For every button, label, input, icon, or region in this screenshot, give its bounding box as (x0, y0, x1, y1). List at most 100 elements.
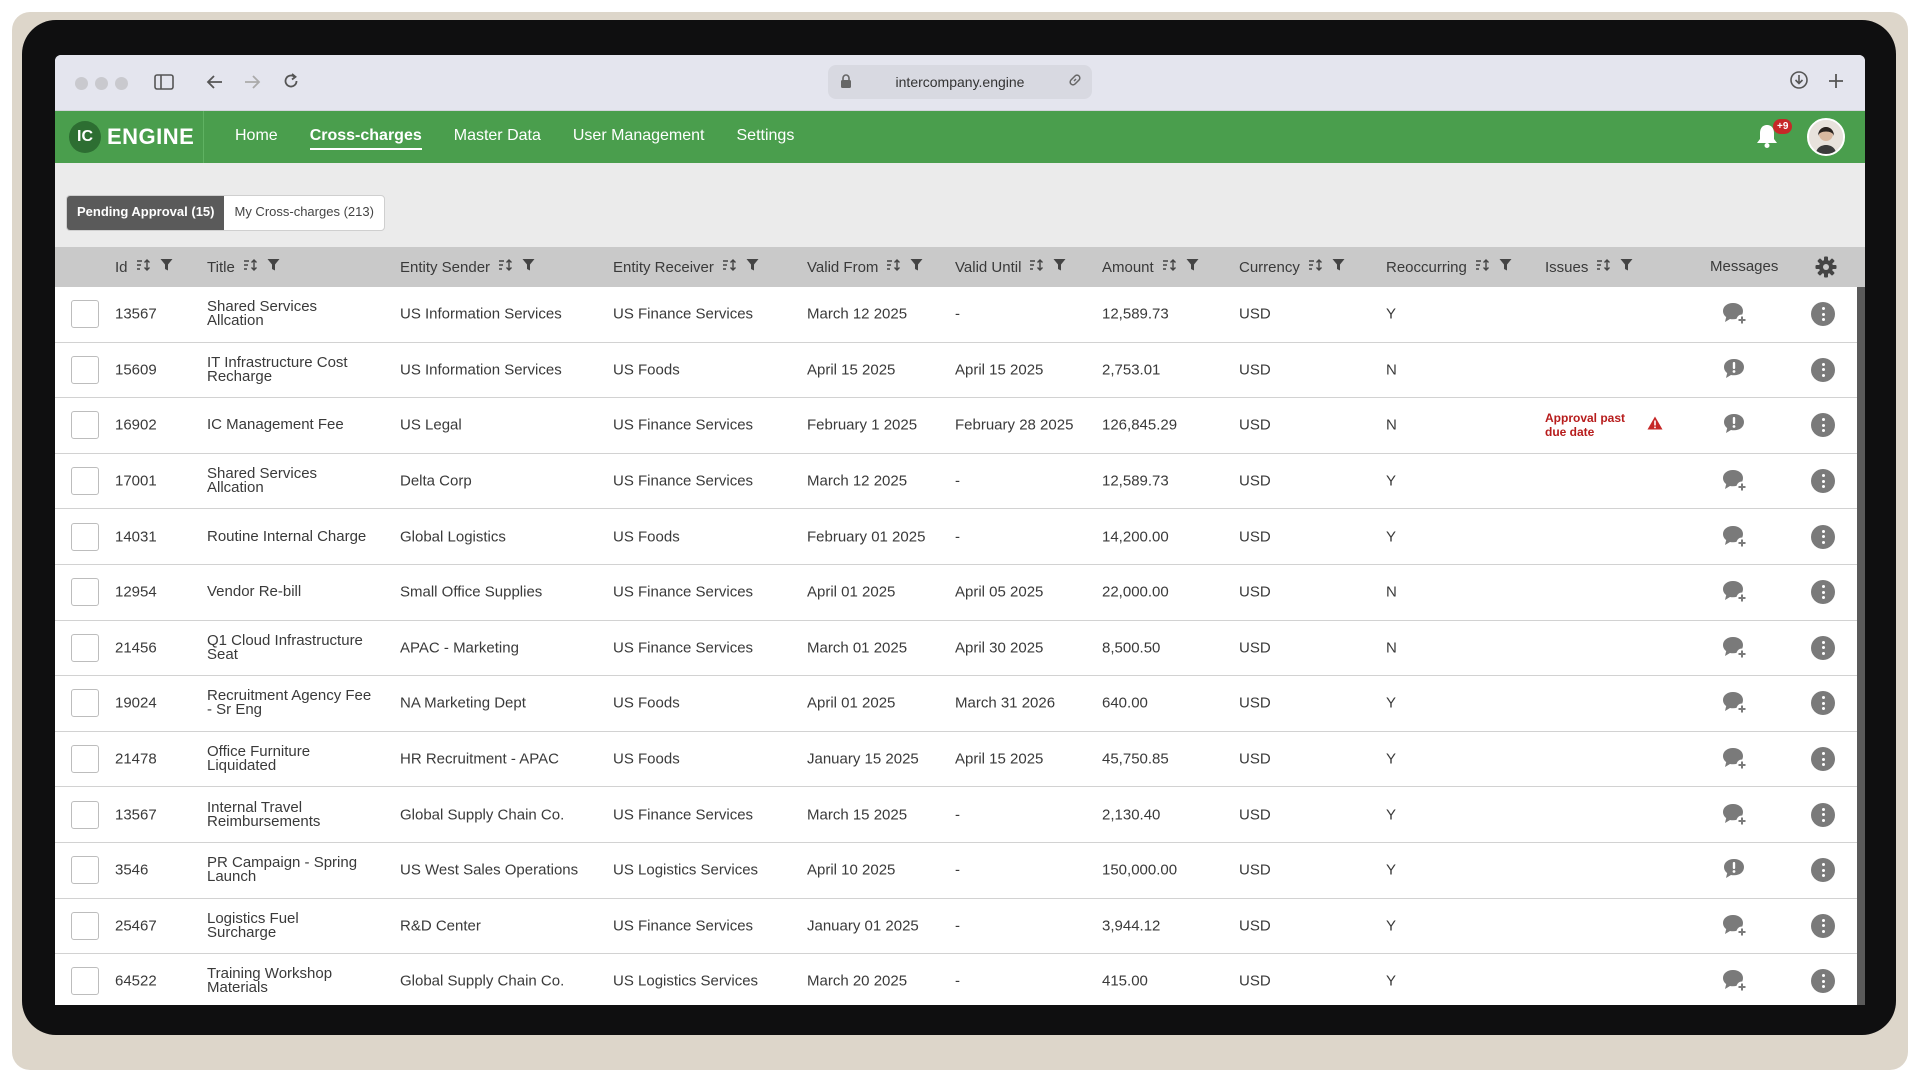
more-options-icon[interactable] (1811, 858, 1835, 883)
add-message-icon[interactable] (1721, 524, 1749, 550)
sort-icon[interactable] (722, 258, 738, 276)
table-row[interactable]: 15609 IT Infrastructure Cost Recharge US I… (55, 342, 1857, 399)
sort-icon[interactable] (1596, 258, 1612, 276)
sidebar-toggle-icon[interactable] (150, 69, 178, 97)
more-options-icon[interactable] (1811, 413, 1835, 438)
row-checkbox[interactable] (71, 300, 99, 329)
filter-icon[interactable] (1620, 258, 1633, 276)
sort-icon[interactable] (1162, 258, 1178, 276)
nav-user-management[interactable]: User Management (573, 127, 705, 150)
column-header-issues[interactable]: Issues (1545, 258, 1633, 276)
reload-icon[interactable] (277, 69, 305, 97)
nav-settings[interactable]: Settings (737, 127, 795, 150)
forward-arrow-icon[interactable] (238, 69, 266, 97)
row-checkbox[interactable] (71, 800, 99, 829)
nav-cross-charges[interactable]: Cross-charges (309, 127, 422, 150)
column-header-title[interactable]: Title (207, 258, 280, 276)
add-message-icon[interactable] (1721, 968, 1749, 994)
column-header-currency[interactable]: Currency (1239, 258, 1345, 276)
issue-indicator[interactable]: Approval past due date (1545, 411, 1663, 439)
new-tab-icon[interactable] (1822, 69, 1850, 97)
maximize-dot-icon[interactable] (115, 77, 128, 90)
table-row[interactable]: 21456 Q1 Cloud Infrastructure Seat APAC - … (55, 620, 1857, 677)
link-icon[interactable] (1068, 73, 1082, 91)
sort-icon[interactable] (1029, 258, 1045, 276)
filter-icon[interactable] (1186, 258, 1199, 276)
app-logo[interactable]: IC ENGINE (69, 121, 194, 153)
row-checkbox[interactable] (71, 689, 99, 718)
sort-icon[interactable] (498, 258, 514, 276)
add-message-icon[interactable] (1721, 301, 1749, 327)
row-checkbox[interactable] (71, 578, 99, 607)
more-options-icon[interactable] (1811, 580, 1835, 605)
row-checkbox[interactable] (71, 522, 99, 551)
sort-icon[interactable] (243, 258, 259, 276)
filter-icon[interactable] (160, 258, 173, 276)
add-message-icon[interactable] (1721, 913, 1749, 939)
more-options-icon[interactable] (1811, 691, 1835, 716)
minimize-dot-icon[interactable] (95, 77, 108, 90)
filter-icon[interactable] (746, 258, 759, 276)
row-checkbox[interactable] (71, 633, 99, 662)
more-options-icon[interactable] (1811, 802, 1835, 827)
column-header-entity-sender[interactable]: Entity Sender (400, 258, 535, 276)
more-options-icon[interactable] (1811, 524, 1835, 549)
filter-icon[interactable] (1053, 258, 1066, 276)
more-options-icon[interactable] (1811, 357, 1835, 382)
row-checkbox[interactable] (71, 467, 99, 496)
sort-icon[interactable] (1308, 258, 1324, 276)
column-header-amount[interactable]: Amount (1102, 258, 1199, 276)
filter-icon[interactable] (910, 258, 923, 276)
table-row[interactable]: 21478 Office Furniture Liquidated HR Recru… (55, 731, 1857, 788)
more-options-icon[interactable] (1811, 469, 1835, 494)
sort-icon[interactable] (136, 258, 152, 276)
more-options-icon[interactable] (1811, 747, 1835, 772)
column-header-entity-receiver[interactable]: Entity Receiver (613, 258, 759, 276)
table-row[interactable]: 13567 Internal Travel Reimbursements Globa… (55, 787, 1857, 843)
address-bar[interactable]: intercompany.engine (828, 65, 1092, 99)
row-checkbox[interactable] (71, 355, 99, 384)
table-row[interactable]: 16902 IC Management Fee US Legal US Finance… (55, 398, 1857, 454)
add-message-icon[interactable] (1721, 468, 1749, 494)
column-header-reoccurring[interactable]: Reoccurring (1386, 258, 1512, 276)
filter-icon[interactable] (1499, 258, 1512, 276)
close-dot-icon[interactable] (75, 77, 88, 90)
tab-my-cross-charges[interactable]: My Cross-charges (213) (224, 196, 383, 230)
user-avatar[interactable] (1807, 118, 1845, 156)
sort-icon[interactable] (1475, 258, 1491, 276)
filter-icon[interactable] (522, 258, 535, 276)
message-alert-icon[interactable] (1721, 857, 1749, 883)
more-options-icon[interactable] (1811, 302, 1835, 327)
row-checkbox[interactable] (71, 967, 99, 996)
message-alert-icon[interactable] (1721, 412, 1749, 438)
nav-home[interactable]: Home (235, 127, 278, 150)
message-alert-icon[interactable] (1721, 357, 1749, 383)
more-options-icon[interactable] (1811, 635, 1835, 660)
more-options-icon[interactable] (1811, 913, 1835, 938)
add-message-icon[interactable] (1721, 802, 1749, 828)
download-icon[interactable] (1785, 69, 1813, 97)
row-checkbox[interactable] (71, 911, 99, 940)
notifications-button[interactable]: +9 (1755, 119, 1793, 151)
table-row[interactable]: 17001 Shared Services Allcation Delta Corp… (55, 453, 1857, 510)
column-header-valid-until[interactable]: Valid Until (955, 258, 1066, 276)
column-header-valid-from[interactable]: Valid From (807, 258, 923, 276)
sort-icon[interactable] (886, 258, 902, 276)
add-message-icon[interactable] (1721, 690, 1749, 716)
table-row[interactable]: 13567 Shared Services Allcation US Informa… (55, 287, 1857, 343)
add-message-icon[interactable] (1721, 579, 1749, 605)
column-header-messages[interactable]: Messages (1710, 258, 1778, 275)
filter-icon[interactable] (267, 258, 280, 276)
table-row[interactable]: 25467 Logistics Fuel Surcharge R&D Center U… (55, 898, 1857, 955)
column-header-id[interactable]: Id (115, 258, 173, 276)
row-checkbox[interactable] (71, 745, 99, 774)
row-checkbox[interactable] (71, 411, 99, 440)
back-arrow-icon[interactable] (201, 69, 229, 97)
table-row[interactable]: 3546 PR Campaign - Spring Launch US West S… (55, 842, 1857, 899)
gear-icon[interactable] (1815, 256, 1837, 278)
add-message-icon[interactable] (1721, 635, 1749, 661)
table-row[interactable]: 64522 Training Workshop Materials Global S… (55, 954, 1857, 1005)
table-row[interactable]: 12954 Vendor Re-bill Small Office Supplies… (55, 564, 1857, 621)
nav-master-data[interactable]: Master Data (454, 127, 541, 150)
add-message-icon[interactable] (1721, 746, 1749, 772)
